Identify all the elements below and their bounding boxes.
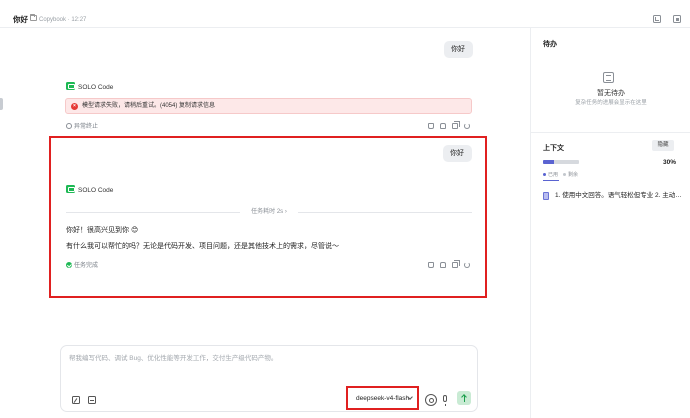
document-icon — [543, 192, 549, 200]
folder-icon — [30, 14, 37, 21]
section-divider — [531, 132, 690, 133]
right-side-panel: 待办 暂无待办 复杂任务的进展会显示在这里 上下文 隐藏 30% 已用 剩余 1.… — [530, 28, 690, 418]
image-attach-icon[interactable] — [88, 396, 96, 404]
context-usage-bar — [543, 160, 579, 164]
active-tab-underline — [543, 180, 559, 181]
model-selector[interactable]: deepseek-v4-flash — [346, 386, 419, 410]
panel-toggle-icon[interactable] — [673, 15, 681, 23]
todo-empty-hint: 复杂任务的进展会显示在这里 — [575, 100, 647, 106]
project-meta: Copybook · 12:27 — [39, 16, 87, 23]
retry-icon[interactable] — [464, 123, 470, 129]
legend-free-dot — [563, 173, 567, 176]
conversation-title: 你好 — [13, 15, 28, 24]
app-window: 你好 Copybook · 12:27 你好 SOLO Code × 模型请求失… — [0, 0, 690, 418]
legend-used-label[interactable]: 已用 — [548, 172, 558, 178]
microphone-icon[interactable] — [443, 395, 447, 406]
error-message: 模型请求失败，请稍后重试。(4054) 复制请求信息 — [82, 103, 216, 109]
edit-mode-icon[interactable] — [72, 396, 80, 404]
hide-context-button[interactable]: 隐藏 — [652, 140, 674, 151]
highlight-annotation-box — [49, 136, 487, 298]
error-banner: × 模型请求失败，请稍后重试。(4054) 复制请求信息 — [65, 98, 472, 114]
thumbs-up-icon[interactable] — [428, 123, 434, 129]
legend-used-dot — [543, 173, 546, 176]
context-item-text: 1. 使用中文回答。语气轻松但专业 2. 主动… — [555, 192, 682, 199]
thumbs-down-icon[interactable] — [440, 123, 446, 129]
error-icon: × — [71, 102, 78, 110]
status-label: 异常终止 — [74, 124, 99, 130]
terminal-icon[interactable] — [653, 15, 661, 23]
context-legend: 已用 剩余 — [543, 172, 578, 179]
solo-code-logo-icon — [66, 82, 75, 90]
legend-free-label[interactable]: 剩余 — [568, 172, 578, 178]
user-message-bubble: 你好 — [444, 41, 473, 58]
context-usage-percent: 30% — [662, 159, 676, 166]
copy-icon[interactable] — [452, 121, 460, 129]
context-usage-fill — [543, 160, 554, 164]
sidebar-resize-handle[interactable] — [0, 98, 3, 110]
send-button[interactable] — [457, 391, 471, 405]
top-bar: 你好 Copybook · 12:27 — [0, 0, 690, 28]
prompt-input-placeholder[interactable]: 帮我编写代码、调试 Bug、优化性能等开发工作，交付生产级代码产物。 — [69, 355, 277, 363]
agent-name: SOLO Code — [78, 84, 114, 91]
model-name: deepseek-v4-flash — [356, 395, 410, 402]
aborted-status-icon — [66, 123, 72, 129]
prompt-composer[interactable]: 帮我编写代码、调试 Bug、优化性能等开发工作，交付生产级代码产物。 deeps… — [60, 345, 478, 412]
mention-icon[interactable] — [425, 394, 437, 406]
context-section-title: 上下文 — [543, 145, 564, 152]
agent-header: SOLO Code — [66, 82, 113, 91]
task-status-aborted: 异常终止 — [66, 123, 98, 131]
todo-section-title: 待办 — [543, 41, 557, 48]
todo-empty-title: 暂无待办 — [597, 90, 625, 97]
context-list-item[interactable]: 1. 使用中文回答。语气轻松但专业 2. 主动… — [543, 191, 690, 201]
checklist-icon — [603, 72, 614, 83]
